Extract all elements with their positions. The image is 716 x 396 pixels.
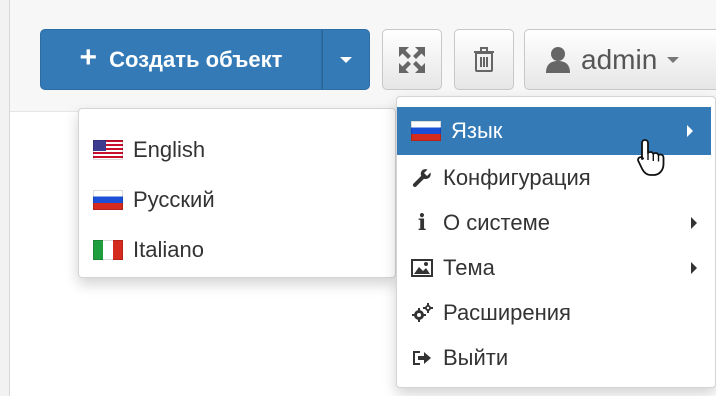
cogs-icon — [411, 302, 433, 323]
language-label: Русский — [133, 187, 215, 212]
language-label: English — [133, 137, 206, 162]
language-item-english[interactable]: English — [79, 125, 395, 175]
create-object-button[interactable]: + Создать объект — [40, 29, 322, 90]
language-item-russian[interactable]: Русский — [79, 175, 395, 225]
menu-item-label: Расширения — [443, 299, 571, 325]
logout-icon — [411, 349, 433, 367]
ru-flag-icon — [93, 190, 123, 210]
image-icon — [411, 258, 433, 277]
chevron-right-icon — [687, 125, 693, 137]
create-object-button-group: + Создать объект — [40, 29, 370, 90]
user-menu-button[interactable]: admin — [524, 29, 716, 90]
trash-icon — [474, 46, 494, 72]
menu-item-about[interactable]: i О системе — [397, 200, 715, 245]
chevron-down-icon — [667, 56, 680, 63]
menu-item-label: О системе — [443, 209, 550, 235]
ru-flag-icon — [411, 121, 441, 141]
user-dropdown-menu: Язык Конфигурация i О системе Тема Расши… — [396, 96, 716, 388]
delete-button[interactable] — [454, 29, 514, 90]
menu-item-extensions[interactable]: Расширения — [397, 290, 715, 335]
plus-icon: + — [79, 41, 98, 74]
menu-item-theme[interactable]: Тема — [397, 245, 715, 290]
user-icon — [546, 46, 570, 73]
expand-button[interactable] — [382, 29, 442, 90]
create-object-dropdown-toggle[interactable] — [322, 29, 370, 90]
wrench-icon — [411, 168, 433, 188]
hand-cursor-icon — [637, 139, 665, 176]
menu-item-label: Язык — [451, 118, 503, 143]
left-panel-edge — [0, 0, 10, 396]
menu-item-label: Выйти — [443, 344, 509, 370]
language-label: Italiano — [133, 237, 204, 262]
menu-item-logout[interactable]: Выйти — [397, 335, 715, 380]
app-window: + Создать объект admin English Русский I… — [0, 0, 716, 396]
menu-item-label: Тема — [443, 254, 495, 280]
user-name: admin — [581, 43, 658, 75]
chevron-right-icon — [691, 261, 697, 274]
expand-icon — [399, 46, 425, 73]
us-flag-icon — [93, 140, 123, 160]
chevron-down-icon — [340, 56, 352, 63]
language-item-italian[interactable]: Italiano — [79, 225, 395, 275]
create-object-label: Создать объект — [109, 46, 283, 72]
it-flag-icon — [93, 240, 123, 260]
chevron-right-icon — [691, 216, 697, 229]
info-icon: i — [417, 209, 427, 236]
menu-item-label: Конфигурация — [443, 164, 591, 190]
language-submenu: English Русский Italiano — [78, 108, 396, 278]
